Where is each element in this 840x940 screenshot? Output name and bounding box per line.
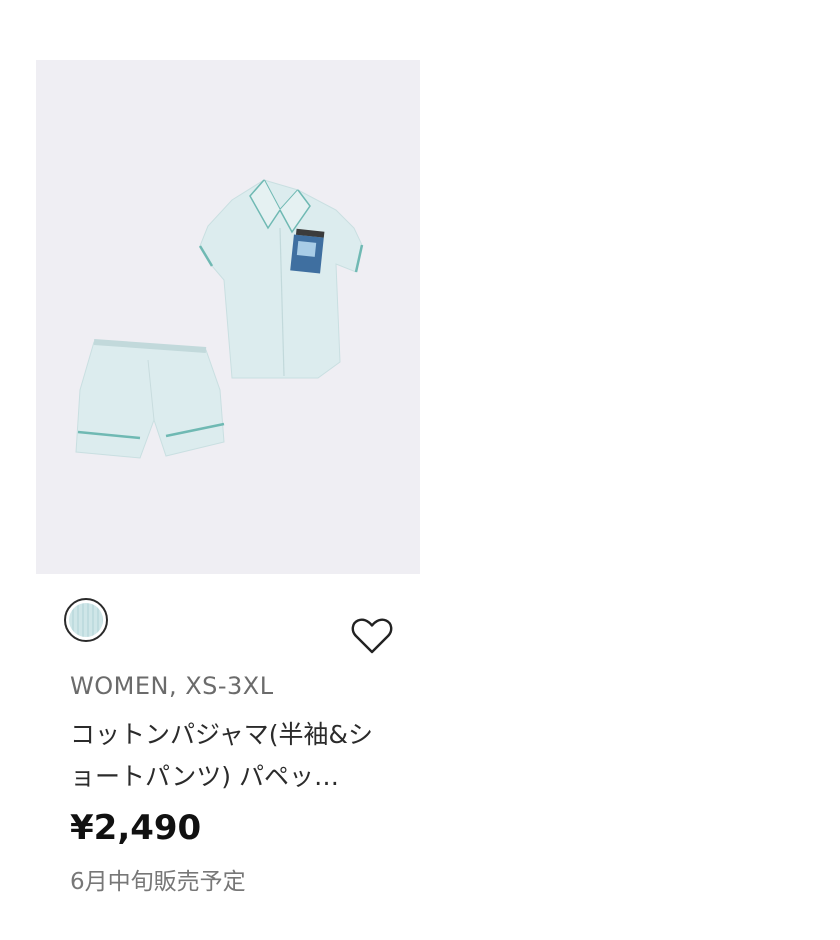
shirt (198, 179, 364, 379)
product-image[interactable] (36, 60, 420, 574)
product-price: ¥2,490 (70, 808, 202, 848)
product-card[interactable]: WOMEN, XS-3XL コットンパジャマ(半袖&ショートパンツ) パペッ… … (36, 60, 420, 895)
product-name[interactable]: コットンパジャマ(半袖&ショートパンツ) パペッ… (70, 714, 390, 798)
color-swatch[interactable] (64, 598, 108, 642)
swatch-fill (69, 603, 103, 637)
release-schedule: 6月中旬販売予定 (70, 869, 246, 895)
favorite-button[interactable] (350, 616, 394, 656)
product-meta: WOMEN, XS-3XL (70, 672, 274, 700)
heart-outline-icon (351, 618, 393, 654)
swatch-row (36, 574, 420, 670)
pajama-illustration (75, 179, 364, 459)
shorts (75, 339, 225, 459)
